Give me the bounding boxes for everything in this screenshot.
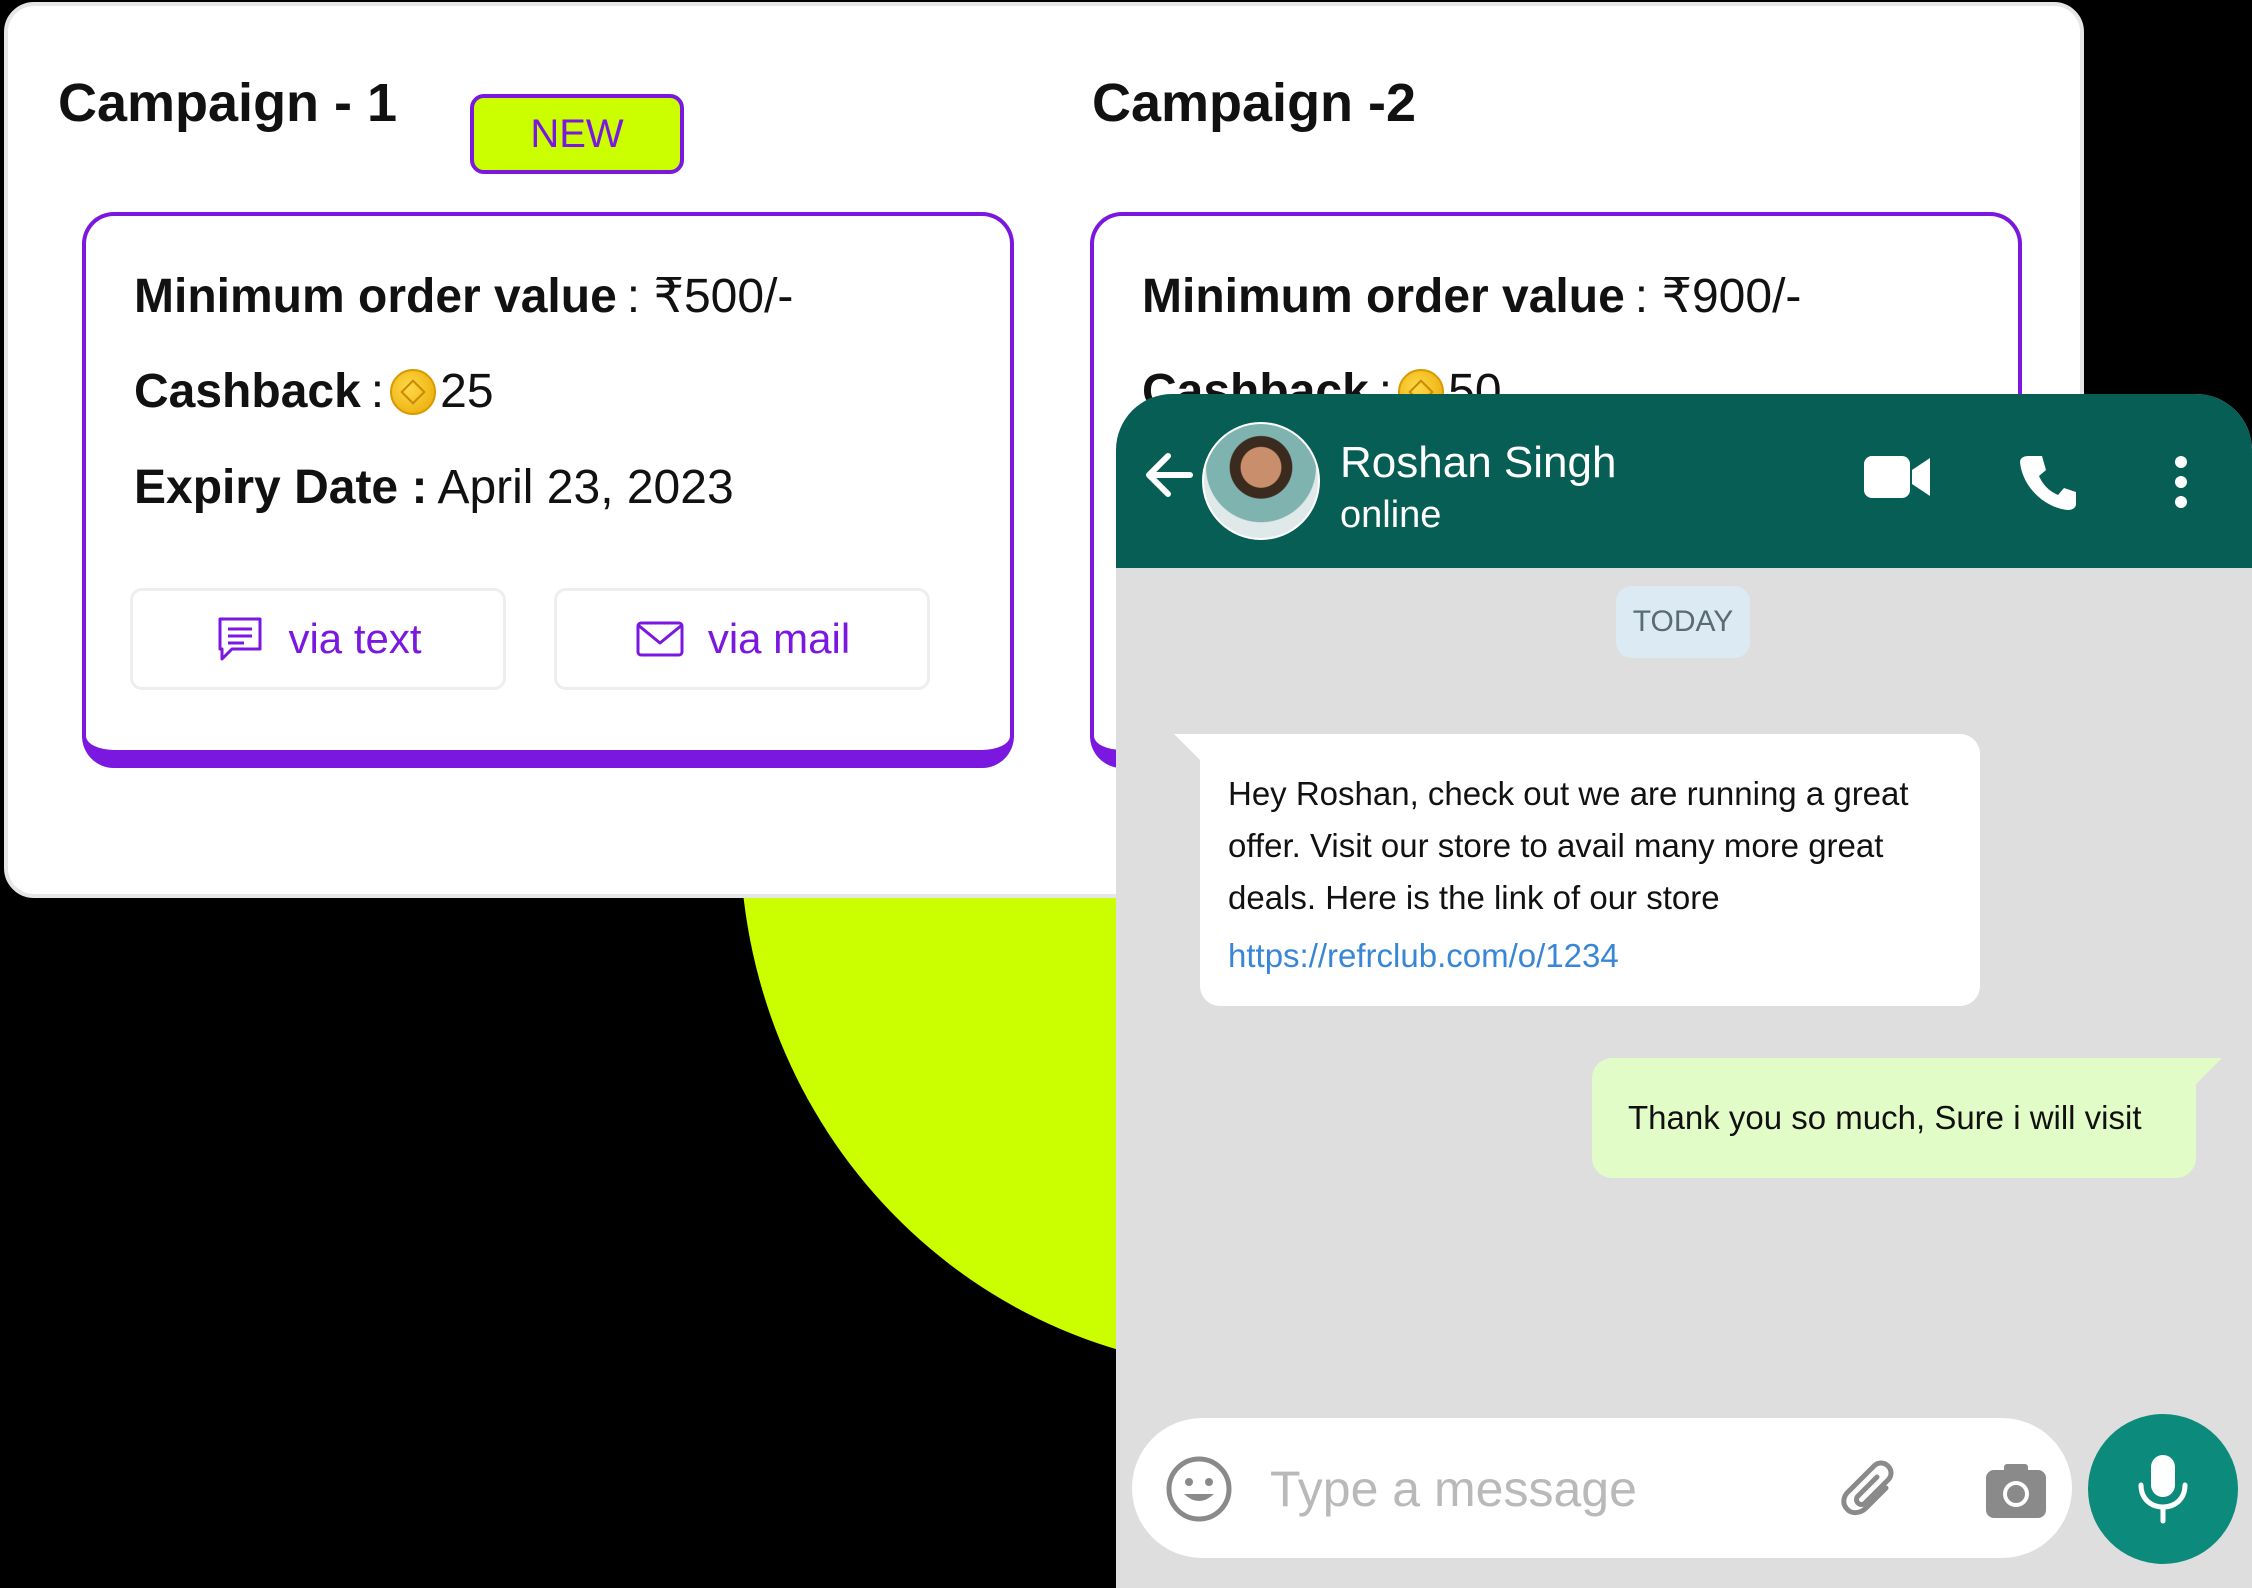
expiry-label: Expiry Date :	[134, 461, 428, 514]
min-order-value: : ₹900/-	[1634, 270, 1802, 323]
microphone-icon	[2138, 1455, 2188, 1524]
cashback-colon: :	[370, 365, 385, 418]
incoming-message: Hey Roshan, check out we are running a g…	[1174, 734, 1980, 1006]
via-text-label: via text	[288, 615, 422, 662]
cashback-label: Cashback	[134, 365, 361, 418]
message-input-bar	[1132, 1418, 2072, 1558]
contact-status: online	[1340, 494, 1442, 536]
campaign-1-title: Campaign - 1	[58, 73, 398, 133]
min-order-value: : ₹500/-	[626, 270, 794, 323]
camera-icon[interactable]	[1984, 1462, 2048, 1520]
campaign-1-card: Minimum order value : ₹500/- Cashback : …	[82, 212, 1014, 768]
store-link[interactable]: https://refrclub.com/o/1234	[1228, 930, 1980, 982]
phone-icon[interactable]	[2018, 452, 2078, 512]
emoji-icon[interactable]	[1164, 1454, 1234, 1524]
avatar[interactable]	[1202, 422, 1320, 540]
contact-name: Roshan Singh	[1340, 438, 1617, 487]
mail-icon	[636, 621, 684, 657]
more-vertical-icon[interactable]	[2166, 452, 2196, 512]
expiry-row: Expiry Date : April 23, 2023	[134, 460, 734, 515]
outgoing-message: Thank you so much, Sure i will visit	[1592, 1058, 2222, 1178]
min-order-label: Minimum order value	[1142, 269, 1625, 323]
paperclip-icon[interactable]	[1838, 1458, 1906, 1526]
outgoing-message-text: Thank you so much, Sure i will visit	[1628, 1099, 2142, 1136]
chat-window: Roshan Singh online TODAY Hey Roshan, ch…	[1116, 394, 2252, 1588]
chat-header: Roshan Singh online	[1116, 394, 2252, 568]
back-arrow-icon[interactable]	[1140, 446, 1198, 504]
cashback-row: Cashback : 25	[134, 364, 494, 419]
message-input[interactable]	[1268, 1448, 1792, 1530]
via-text-button[interactable]: via text	[130, 588, 506, 690]
expiry-value: April 23, 2023	[437, 461, 734, 514]
date-chip: TODAY	[1616, 586, 1750, 658]
via-mail-label: via mail	[707, 615, 851, 662]
via-mail-button[interactable]: via mail	[554, 588, 930, 690]
min-order-row: Minimum order value : ₹900/-	[1142, 268, 1801, 324]
campaign-2-title: Campaign -2	[1092, 73, 1417, 133]
message-icon	[218, 617, 262, 661]
coin-icon	[390, 368, 437, 415]
video-call-icon[interactable]	[1862, 452, 1932, 502]
min-order-label: Minimum order value	[134, 269, 617, 323]
min-order-row: Minimum order value : ₹500/-	[134, 268, 793, 324]
incoming-message-text: Hey Roshan, check out we are running a g…	[1228, 775, 1909, 916]
microphone-button[interactable]	[2088, 1414, 2238, 1564]
new-badge: NEW	[470, 94, 684, 174]
cashback-value: 25	[440, 365, 494, 418]
